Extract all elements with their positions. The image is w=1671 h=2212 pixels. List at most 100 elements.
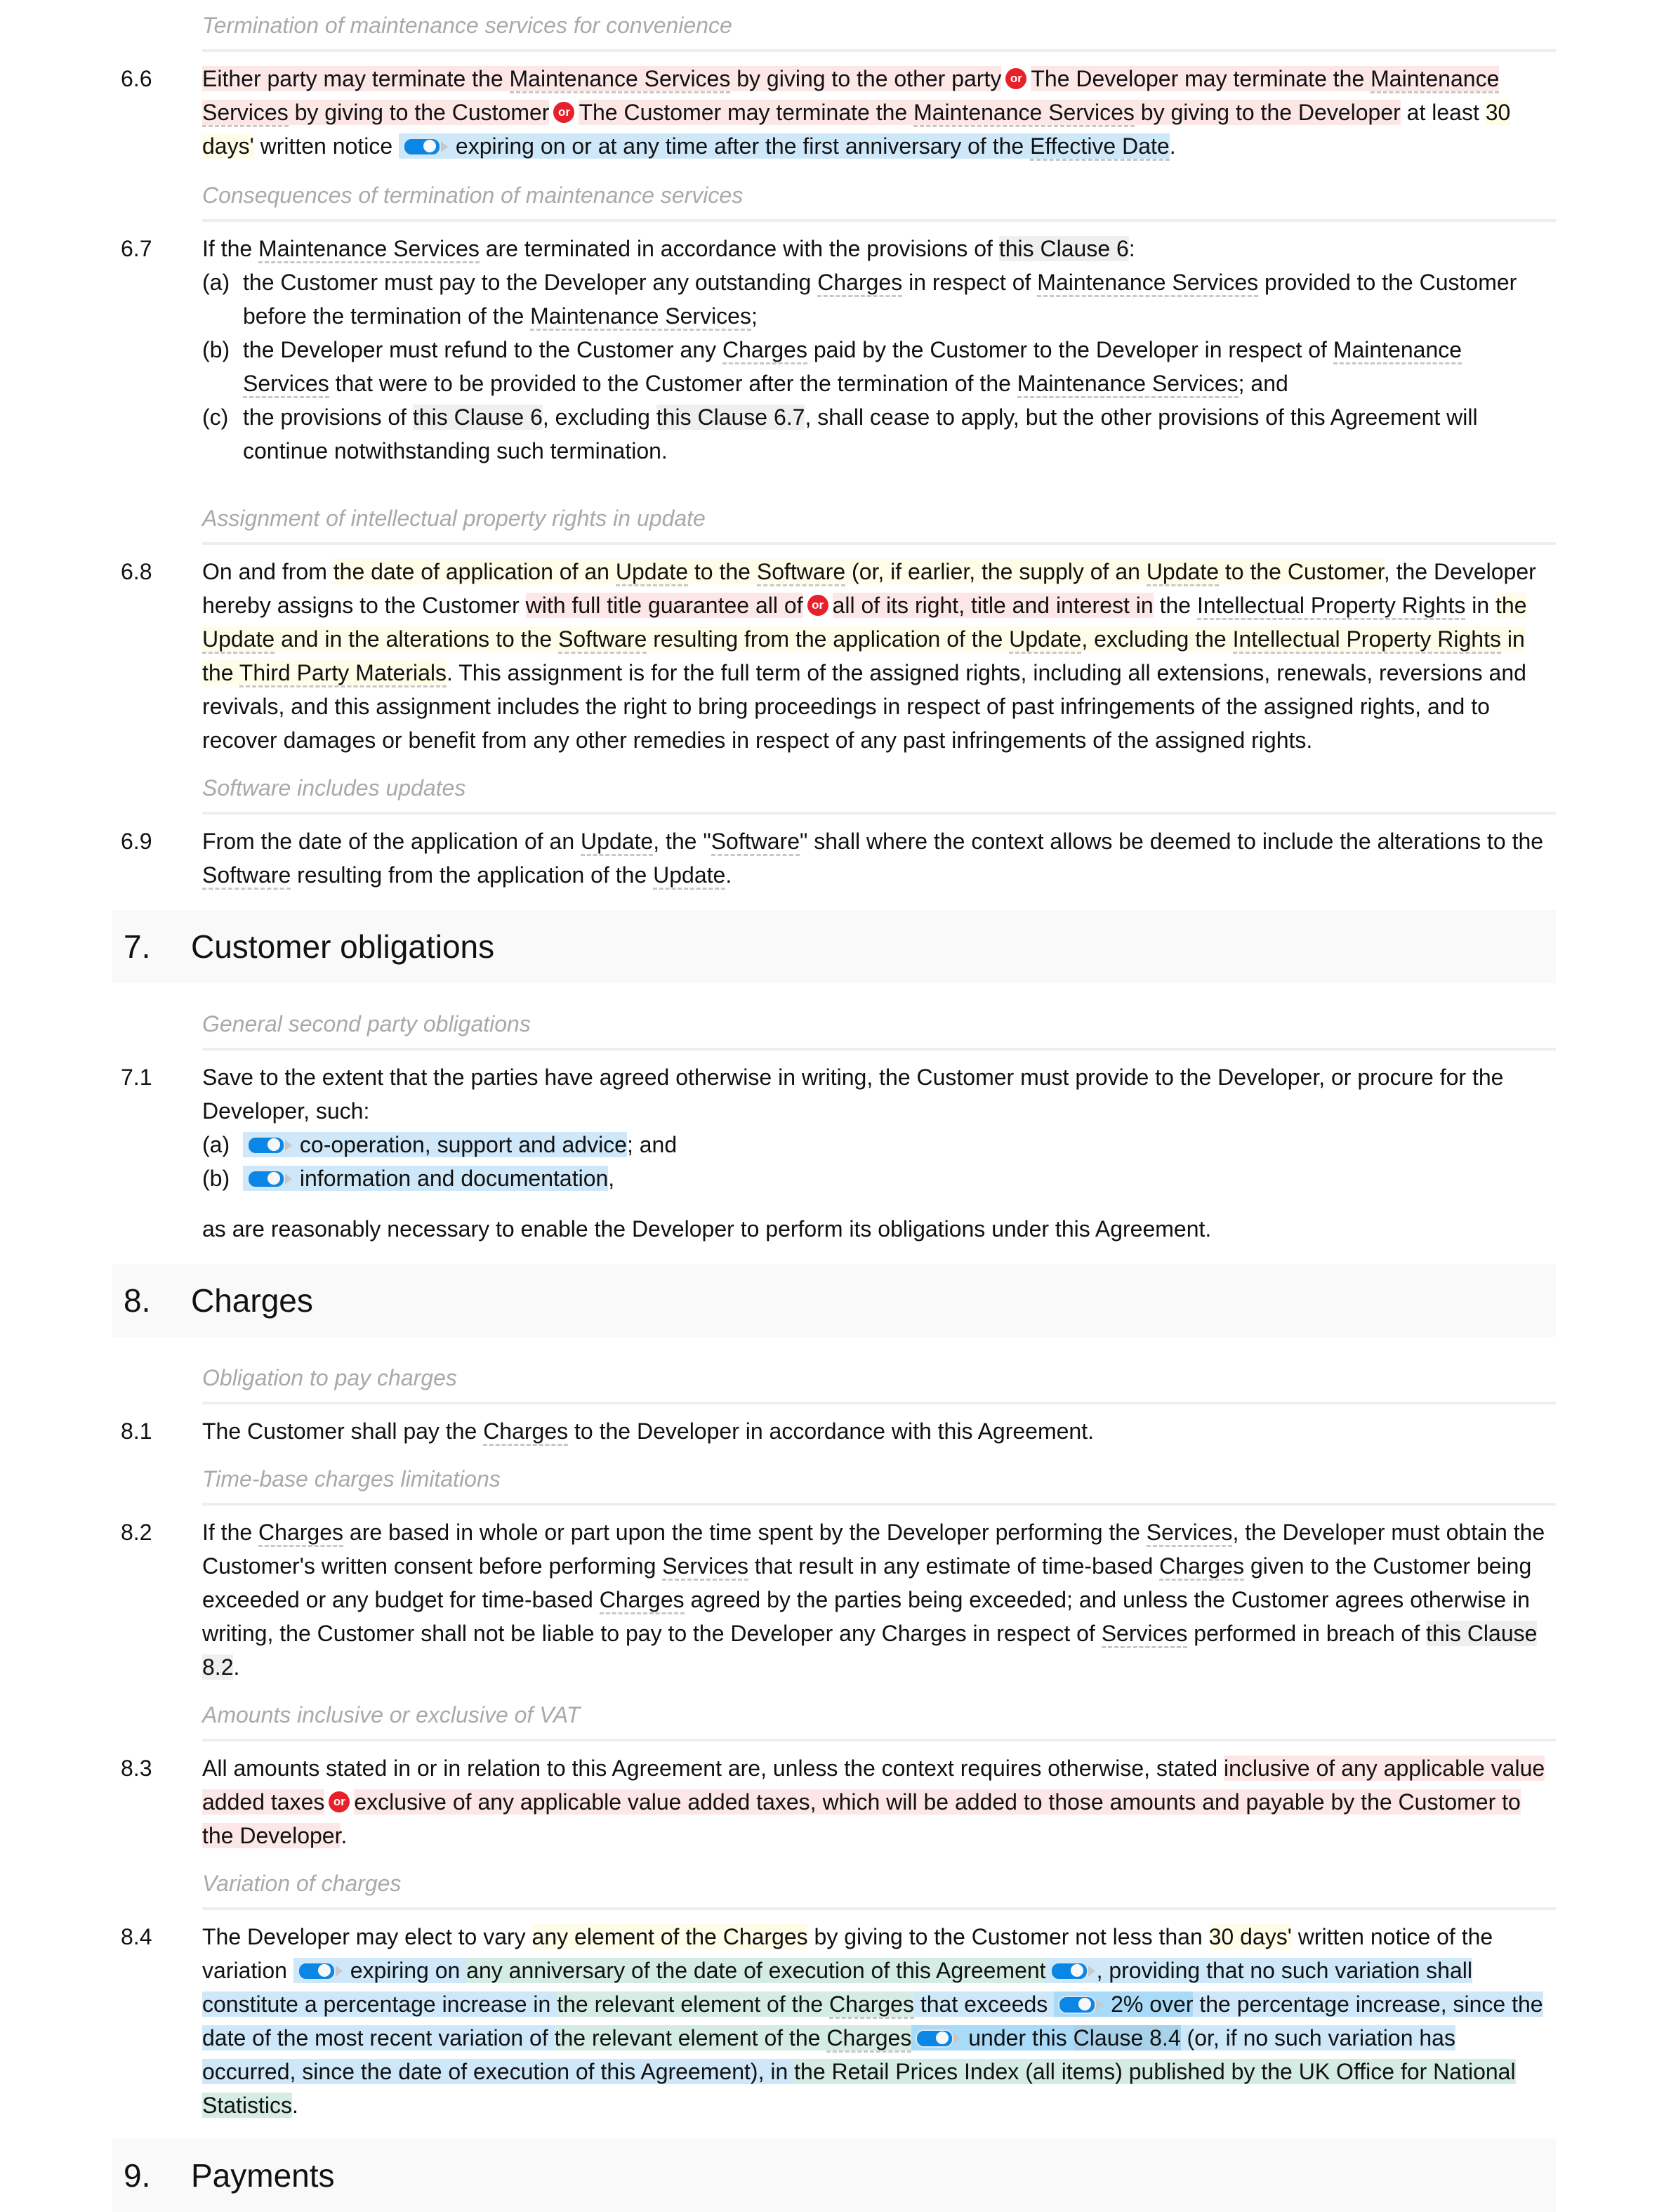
- text: ; and: [626, 1132, 678, 1157]
- text: .: [341, 1823, 348, 1848]
- defined-term[interactable]: Intellectual Property Rights: [1232, 626, 1501, 654]
- defined-term[interactable]: Maintenance Services: [1037, 270, 1259, 297]
- toggle-on-icon[interactable]: [247, 1169, 292, 1188]
- clause-body: On and from the date of application of a…: [202, 555, 1556, 757]
- toggle-on-icon[interactable]: [1050, 1961, 1095, 1980]
- defined-term[interactable]: Charges: [1159, 1553, 1245, 1581]
- variable-text[interactable]: 30 days': [1208, 1924, 1292, 1949]
- clause-body: Either party may terminate the Maintenan…: [202, 62, 1556, 163]
- clause-number: 8.3: [121, 1756, 152, 1781]
- section-title: Customer obligations: [191, 928, 495, 965]
- text: The Developer may elect to vary: [202, 1924, 532, 1949]
- clause-7-1: 7.1 Save to the extent that the parties …: [112, 1060, 1556, 1246]
- text: If the: [202, 236, 259, 261]
- defined-term[interactable]: Effective Date: [1030, 133, 1170, 161]
- text: Save to the extent that the parties have…: [202, 1065, 1504, 1124]
- defined-term[interactable]: Update: [1009, 626, 1082, 654]
- defined-term[interactable]: Charges: [258, 1520, 343, 1547]
- section-heading-9: 9. Payments: [112, 2139, 1556, 2212]
- clause-subheading: Amounts inclusive or exclusive of VAT: [202, 1690, 1556, 1742]
- subclause-label: (b): [202, 337, 230, 362]
- defined-term[interactable]: Update: [653, 862, 726, 890]
- clause-subheading: General second party obligations: [202, 999, 1556, 1051]
- option-text[interactable]: The Customer may terminate the Maintenan…: [579, 100, 1401, 127]
- toggle-on-icon[interactable]: [916, 2029, 961, 2048]
- subclause-b: (b) the Developer must refund to the Cus…: [202, 333, 1549, 400]
- text: by giving to the Customer not less than: [807, 1924, 1209, 1949]
- text: , excluding the: [1081, 626, 1233, 652]
- toggle-on-icon[interactable]: [403, 137, 449, 156]
- variable-text[interactable]: the relevant element of the Charges: [557, 1992, 914, 2019]
- variable-text[interactable]: any element of the Charges: [531, 1924, 808, 1949]
- clause-6-9: 6.9 From the date of the application of …: [112, 824, 1556, 892]
- text: " shall where the context allows be deem…: [799, 829, 1544, 854]
- cross-reference-link[interactable]: this Clause 6: [412, 404, 543, 430]
- defined-term[interactable]: Services: [1101, 1621, 1188, 1648]
- defined-term[interactable]: Charges: [483, 1418, 569, 1446]
- optional-text[interactable]: under this Clause 8.4: [911, 2025, 1181, 2050]
- option-text[interactable]: Either party may terminate the Maintenan…: [202, 66, 1002, 93]
- defined-term[interactable]: Charges: [829, 1992, 914, 2019]
- defined-term[interactable]: Intellectual Property Rights: [1196, 593, 1466, 620]
- text: If the: [202, 1520, 259, 1545]
- variable-text[interactable]: 2%: [1111, 1992, 1143, 2017]
- cross-reference-link[interactable]: Clause 8.4: [1073, 2025, 1181, 2050]
- defined-term[interactable]: Software: [202, 862, 291, 890]
- optional-text[interactable]: expiring on any anniversary of the date …: [202, 1958, 1543, 2118]
- section-number: 8.: [124, 1282, 151, 1319]
- defined-term[interactable]: Charges: [599, 1587, 685, 1614]
- defined-term[interactable]: Charges: [826, 2025, 912, 2053]
- defined-term[interactable]: Maintenance Services: [913, 100, 1135, 127]
- option-text[interactable]: exclusive of any applicable value added …: [202, 1789, 1521, 1848]
- or-badge-icon[interactable]: or: [329, 1791, 350, 1812]
- optional-text[interactable]: expiring on or at any time after the fir…: [399, 133, 1170, 161]
- defined-term[interactable]: Software: [756, 559, 846, 586]
- cross-reference-link[interactable]: this Clause 6: [998, 236, 1129, 261]
- text: and in the alterations to the: [275, 626, 559, 652]
- defined-term[interactable]: Update: [1146, 559, 1219, 586]
- text: at least: [1400, 100, 1486, 125]
- optional-text[interactable]: information and documentation: [243, 1166, 609, 1191]
- option-text[interactable]: with full title guarantee all of: [525, 593, 803, 618]
- defined-term[interactable]: Maintenance Services: [530, 303, 751, 331]
- toggle-on-icon[interactable]: [297, 1961, 343, 1980]
- defined-term[interactable]: Update: [202, 626, 275, 654]
- subclause-label: (a): [202, 1132, 230, 1157]
- or-badge-icon[interactable]: or: [1005, 67, 1027, 89]
- defined-term[interactable]: Services: [1146, 1520, 1233, 1547]
- defined-term[interactable]: Maintenance Services: [258, 236, 480, 263]
- defined-term[interactable]: Charges: [817, 270, 903, 297]
- variable-text[interactable]: the relevant element of the Charges: [554, 2025, 912, 2053]
- clause-8-2: 8.2 If the Charges are based in whole or…: [112, 1515, 1556, 1684]
- optional-text[interactable]: co-operation, support and advice: [243, 1132, 627, 1157]
- text: that exceeds: [913, 1992, 1055, 2017]
- defined-term[interactable]: Charges: [722, 337, 807, 364]
- clause-number: 6.9: [121, 829, 152, 854]
- defined-term[interactable]: Software: [711, 829, 800, 856]
- defined-term[interactable]: Maintenance Services: [509, 66, 731, 93]
- defined-term[interactable]: Third Party Materials: [239, 660, 447, 687]
- clause-subheading: Time-base charges limitations: [202, 1454, 1556, 1506]
- variable-text[interactable]: the date of application of an Update to …: [333, 559, 1384, 586]
- defined-term[interactable]: Update: [581, 829, 654, 856]
- defined-term[interactable]: Update: [615, 559, 689, 586]
- text: .: [292, 2093, 298, 2118]
- defined-term[interactable]: Maintenance Services: [1017, 371, 1239, 398]
- text: On and from: [202, 559, 333, 584]
- text: by giving to the Customer: [288, 100, 550, 125]
- optional-text[interactable]: 2% over: [1054, 1992, 1194, 2017]
- text: in: [1465, 593, 1496, 618]
- defined-term[interactable]: Services: [662, 1553, 748, 1581]
- variable-text[interactable]: any anniversary of the date of execution…: [466, 1958, 1046, 1983]
- or-badge-icon[interactable]: or: [553, 101, 575, 123]
- defined-term[interactable]: Software: [558, 626, 647, 654]
- toggle-on-icon[interactable]: [1058, 1995, 1104, 2014]
- option-text[interactable]: all of its right, title and interest in: [832, 593, 1154, 618]
- text: as are reasonably necessary to enable th…: [202, 1216, 1212, 1242]
- clause-body: The Developer may elect to vary any elem…: [202, 1920, 1556, 2122]
- toggle-on-icon[interactable]: [247, 1135, 292, 1154]
- cross-reference-link[interactable]: this Clause 6.7: [656, 404, 805, 430]
- text: written notice: [253, 133, 399, 159]
- or-badge-icon[interactable]: or: [807, 594, 828, 616]
- text: co-operation, support and advice: [299, 1132, 627, 1157]
